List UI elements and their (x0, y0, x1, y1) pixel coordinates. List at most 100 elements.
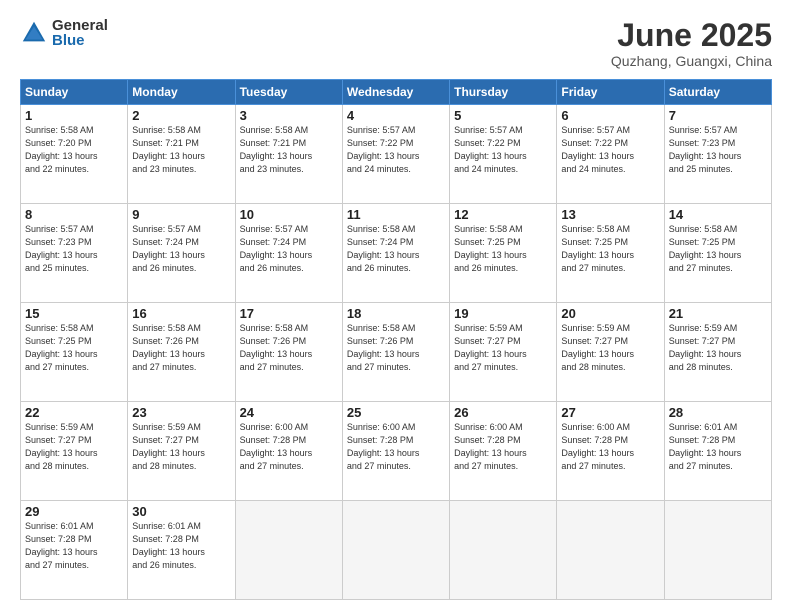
calendar-day-cell (664, 501, 771, 600)
calendar-day-cell: 4Sunrise: 5:57 AM Sunset: 7:22 PM Daylig… (342, 105, 449, 204)
day-number: 23 (132, 405, 230, 420)
day-number: 10 (240, 207, 338, 222)
day-number: 14 (669, 207, 767, 222)
calendar-header-saturday: Saturday (664, 80, 771, 105)
day-info: Sunrise: 5:58 AM Sunset: 7:20 PM Dayligh… (25, 124, 123, 176)
calendar-table: SundayMondayTuesdayWednesdayThursdayFrid… (20, 79, 772, 600)
calendar-day-cell: 28Sunrise: 6:01 AM Sunset: 7:28 PM Dayli… (664, 402, 771, 501)
day-info: Sunrise: 5:59 AM Sunset: 7:27 PM Dayligh… (561, 322, 659, 374)
calendar-header-friday: Friday (557, 80, 664, 105)
logo-blue-text: Blue (52, 33, 108, 48)
day-info: Sunrise: 5:58 AM Sunset: 7:26 PM Dayligh… (240, 322, 338, 374)
calendar-day-cell: 24Sunrise: 6:00 AM Sunset: 7:28 PM Dayli… (235, 402, 342, 501)
day-info: Sunrise: 5:57 AM Sunset: 7:22 PM Dayligh… (454, 124, 552, 176)
title-block: June 2025 Quzhang, Guangxi, China (611, 18, 772, 69)
calendar-day-cell: 17Sunrise: 5:58 AM Sunset: 7:26 PM Dayli… (235, 303, 342, 402)
day-info: Sunrise: 5:57 AM Sunset: 7:22 PM Dayligh… (347, 124, 445, 176)
day-info: Sunrise: 5:58 AM Sunset: 7:21 PM Dayligh… (240, 124, 338, 176)
calendar-day-cell: 11Sunrise: 5:58 AM Sunset: 7:24 PM Dayli… (342, 204, 449, 303)
calendar-day-cell: 18Sunrise: 5:58 AM Sunset: 7:26 PM Dayli… (342, 303, 449, 402)
day-number: 22 (25, 405, 123, 420)
logo-icon (20, 19, 48, 47)
day-info: Sunrise: 5:57 AM Sunset: 7:22 PM Dayligh… (561, 124, 659, 176)
day-number: 24 (240, 405, 338, 420)
calendar-day-cell: 22Sunrise: 5:59 AM Sunset: 7:27 PM Dayli… (21, 402, 128, 501)
calendar-day-cell: 25Sunrise: 6:00 AM Sunset: 7:28 PM Dayli… (342, 402, 449, 501)
calendar-day-cell: 26Sunrise: 6:00 AM Sunset: 7:28 PM Dayli… (450, 402, 557, 501)
month-title: June 2025 (611, 18, 772, 53)
day-number: 18 (347, 306, 445, 321)
logo: General Blue (20, 18, 108, 48)
day-info: Sunrise: 6:01 AM Sunset: 7:28 PM Dayligh… (132, 520, 230, 572)
page: General Blue June 2025 Quzhang, Guangxi,… (0, 0, 792, 612)
day-info: Sunrise: 6:00 AM Sunset: 7:28 PM Dayligh… (561, 421, 659, 473)
day-number: 7 (669, 108, 767, 123)
day-number: 4 (347, 108, 445, 123)
calendar-week-row: 22Sunrise: 5:59 AM Sunset: 7:27 PM Dayli… (21, 402, 772, 501)
calendar-day-cell: 1Sunrise: 5:58 AM Sunset: 7:20 PM Daylig… (21, 105, 128, 204)
calendar-day-cell: 9Sunrise: 5:57 AM Sunset: 7:24 PM Daylig… (128, 204, 235, 303)
calendar-day-cell: 12Sunrise: 5:58 AM Sunset: 7:25 PM Dayli… (450, 204, 557, 303)
calendar-day-cell: 27Sunrise: 6:00 AM Sunset: 7:28 PM Dayli… (557, 402, 664, 501)
calendar-header-tuesday: Tuesday (235, 80, 342, 105)
day-info: Sunrise: 5:58 AM Sunset: 7:25 PM Dayligh… (25, 322, 123, 374)
day-number: 27 (561, 405, 659, 420)
calendar-header-row: SundayMondayTuesdayWednesdayThursdayFrid… (21, 80, 772, 105)
day-number: 30 (132, 504, 230, 519)
day-info: Sunrise: 6:00 AM Sunset: 7:28 PM Dayligh… (454, 421, 552, 473)
calendar-day-cell: 23Sunrise: 5:59 AM Sunset: 7:27 PM Dayli… (128, 402, 235, 501)
day-number: 17 (240, 306, 338, 321)
day-number: 11 (347, 207, 445, 222)
day-info: Sunrise: 5:58 AM Sunset: 7:25 PM Dayligh… (669, 223, 767, 275)
day-number: 16 (132, 306, 230, 321)
calendar-day-cell: 14Sunrise: 5:58 AM Sunset: 7:25 PM Dayli… (664, 204, 771, 303)
day-info: Sunrise: 5:58 AM Sunset: 7:26 PM Dayligh… (347, 322, 445, 374)
calendar-day-cell: 15Sunrise: 5:58 AM Sunset: 7:25 PM Dayli… (21, 303, 128, 402)
day-info: Sunrise: 5:57 AM Sunset: 7:24 PM Dayligh… (240, 223, 338, 275)
day-info: Sunrise: 6:00 AM Sunset: 7:28 PM Dayligh… (347, 421, 445, 473)
calendar-day-cell: 13Sunrise: 5:58 AM Sunset: 7:25 PM Dayli… (557, 204, 664, 303)
day-info: Sunrise: 6:01 AM Sunset: 7:28 PM Dayligh… (669, 421, 767, 473)
calendar-day-cell: 19Sunrise: 5:59 AM Sunset: 7:27 PM Dayli… (450, 303, 557, 402)
day-number: 15 (25, 306, 123, 321)
calendar-day-cell: 10Sunrise: 5:57 AM Sunset: 7:24 PM Dayli… (235, 204, 342, 303)
day-number: 19 (454, 306, 552, 321)
calendar-header-sunday: Sunday (21, 80, 128, 105)
day-info: Sunrise: 5:57 AM Sunset: 7:23 PM Dayligh… (25, 223, 123, 275)
day-number: 9 (132, 207, 230, 222)
day-number: 12 (454, 207, 552, 222)
calendar-header-thursday: Thursday (450, 80, 557, 105)
day-number: 21 (669, 306, 767, 321)
day-info: Sunrise: 6:00 AM Sunset: 7:28 PM Dayligh… (240, 421, 338, 473)
day-number: 20 (561, 306, 659, 321)
logo-text: General Blue (52, 18, 108, 48)
calendar-day-cell: 7Sunrise: 5:57 AM Sunset: 7:23 PM Daylig… (664, 105, 771, 204)
calendar-day-cell: 16Sunrise: 5:58 AM Sunset: 7:26 PM Dayli… (128, 303, 235, 402)
calendar-day-cell: 29Sunrise: 6:01 AM Sunset: 7:28 PM Dayli… (21, 501, 128, 600)
day-number: 28 (669, 405, 767, 420)
day-info: Sunrise: 5:59 AM Sunset: 7:27 PM Dayligh… (25, 421, 123, 473)
day-info: Sunrise: 5:59 AM Sunset: 7:27 PM Dayligh… (454, 322, 552, 374)
day-number: 5 (454, 108, 552, 123)
calendar-day-cell: 2Sunrise: 5:58 AM Sunset: 7:21 PM Daylig… (128, 105, 235, 204)
day-info: Sunrise: 6:01 AM Sunset: 7:28 PM Dayligh… (25, 520, 123, 572)
day-info: Sunrise: 5:58 AM Sunset: 7:25 PM Dayligh… (561, 223, 659, 275)
day-info: Sunrise: 5:58 AM Sunset: 7:24 PM Dayligh… (347, 223, 445, 275)
day-number: 13 (561, 207, 659, 222)
calendar-week-row: 8Sunrise: 5:57 AM Sunset: 7:23 PM Daylig… (21, 204, 772, 303)
day-number: 25 (347, 405, 445, 420)
day-info: Sunrise: 5:57 AM Sunset: 7:24 PM Dayligh… (132, 223, 230, 275)
day-number: 6 (561, 108, 659, 123)
calendar-week-row: 1Sunrise: 5:58 AM Sunset: 7:20 PM Daylig… (21, 105, 772, 204)
day-info: Sunrise: 5:57 AM Sunset: 7:23 PM Dayligh… (669, 124, 767, 176)
logo-general-text: General (52, 18, 108, 33)
calendar-day-cell: 30Sunrise: 6:01 AM Sunset: 7:28 PM Dayli… (128, 501, 235, 600)
day-number: 8 (25, 207, 123, 222)
day-number: 1 (25, 108, 123, 123)
calendar-day-cell (235, 501, 342, 600)
calendar-header-wednesday: Wednesday (342, 80, 449, 105)
day-info: Sunrise: 5:58 AM Sunset: 7:26 PM Dayligh… (132, 322, 230, 374)
header: General Blue June 2025 Quzhang, Guangxi,… (20, 18, 772, 69)
location: Quzhang, Guangxi, China (611, 53, 772, 69)
calendar-day-cell: 5Sunrise: 5:57 AM Sunset: 7:22 PM Daylig… (450, 105, 557, 204)
